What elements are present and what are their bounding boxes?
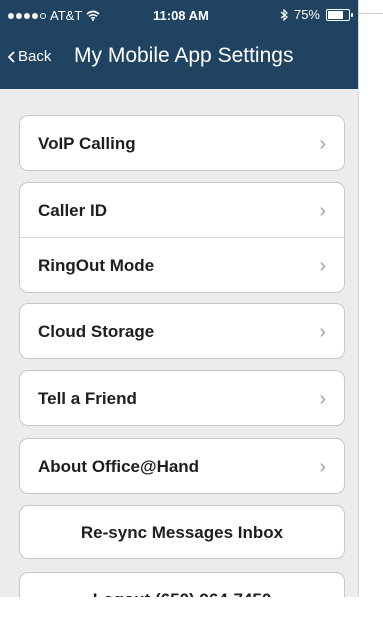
- settings-item-label: VoIP Calling: [38, 134, 136, 153]
- screen-edge-divider: [358, 0, 359, 597]
- top-edge-divider: [358, 13, 383, 14]
- page-title: My Mobile App Settings: [74, 44, 294, 67]
- app-header: AT&T 11:08 AM 75% Back My Mobile App Set…: [0, 0, 358, 89]
- chevron-right-icon: ›: [319, 200, 326, 222]
- settings-card-tell-friend: Tell a Friend ›: [19, 370, 345, 426]
- status-left: AT&T: [8, 8, 100, 23]
- settings-item-voip-calling[interactable]: VoIP Calling ›: [20, 116, 344, 170]
- resync-inbox-button[interactable]: Re-sync Messages Inbox: [19, 505, 345, 559]
- settings-item-ringout-mode[interactable]: RingOut Mode ›: [20, 238, 344, 292]
- settings-item-label: Tell a Friend: [38, 389, 137, 408]
- chevron-right-icon: ›: [319, 456, 326, 478]
- phone-screen: AT&T 11:08 AM 75% Back My Mobile App Set…: [0, 0, 358, 597]
- settings-item-caller-id[interactable]: Caller ID ›: [20, 183, 344, 238]
- battery-icon: [326, 8, 353, 21]
- chevron-right-icon: ›: [319, 255, 326, 277]
- signal-dots-icon: [8, 12, 46, 19]
- status-right: 75%: [280, 7, 353, 22]
- settings-item-cloud-storage[interactable]: Cloud Storage ›: [20, 304, 344, 358]
- battery-percentage: 75%: [293, 7, 320, 22]
- navigation-bar: Back My Mobile App Settings: [0, 32, 358, 82]
- settings-card-calling: Caller ID › RingOut Mode ›: [19, 182, 345, 293]
- settings-item-label: Caller ID: [38, 201, 107, 220]
- back-button[interactable]: Back: [8, 48, 51, 65]
- wifi-icon: [86, 10, 100, 21]
- settings-item-about[interactable]: About Office@Hand ›: [20, 439, 344, 493]
- chevron-left-icon: [8, 50, 15, 63]
- chevron-right-icon: ›: [319, 133, 326, 155]
- logout-button[interactable]: Logout (650) 964-7450: [19, 572, 345, 597]
- status-time: 11:08 AM: [153, 8, 209, 23]
- chevron-right-icon: ›: [319, 321, 326, 343]
- settings-item-tell-a-friend[interactable]: Tell a Friend ›: [20, 371, 344, 425]
- settings-card-about: About Office@Hand ›: [19, 438, 345, 494]
- settings-item-label: About Office@Hand: [38, 457, 200, 476]
- settings-card-voip: VoIP Calling ›: [19, 115, 345, 171]
- carrier-label: AT&T: [50, 8, 83, 23]
- settings-item-label: Cloud Storage: [38, 322, 155, 341]
- chevron-right-icon: ›: [319, 388, 326, 410]
- settings-card-cloud: Cloud Storage ›: [19, 303, 345, 359]
- status-bar: AT&T 11:08 AM 75%: [0, 0, 358, 30]
- bluetooth-icon: [280, 8, 288, 21]
- settings-item-label: RingOut Mode: [38, 256, 155, 275]
- back-label: Back: [18, 48, 52, 65]
